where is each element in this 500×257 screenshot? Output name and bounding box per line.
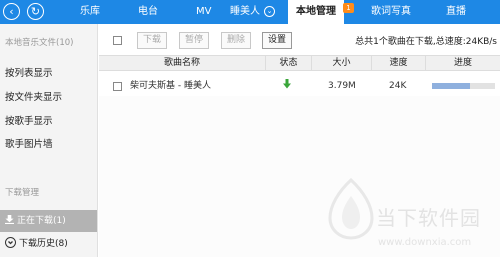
col-speed[interactable]: 速度 xyxy=(371,56,425,71)
col-size[interactable]: 大小 xyxy=(311,56,371,71)
tab-local-manage-label: 本地管理 xyxy=(296,6,336,17)
sidebar-item-history[interactable]: 下载历史(8) xyxy=(5,236,68,249)
top-nav-bar: ‹ ↻ 乐库 电台 MV 睡美人 ⌄ 本地管理 1 歌词写真 直播 xyxy=(0,0,500,24)
download-arrow-icon xyxy=(282,76,292,96)
tab-mv[interactable]: MV xyxy=(196,0,211,24)
watermark-title: 当下软件园 xyxy=(376,206,481,230)
row-progress-bar xyxy=(432,83,495,89)
select-all-checkbox[interactable] xyxy=(113,36,122,45)
watermark-url: www.downxia.com xyxy=(378,237,472,248)
refresh-icon[interactable]: ↻ xyxy=(27,3,44,20)
tab-local-manage[interactable]: 本地管理 xyxy=(288,0,344,24)
row-song-name: 柴可夫斯基 - 睡美人 xyxy=(130,81,211,91)
tab-live[interactable]: 直播 xyxy=(446,0,466,24)
col-song-name[interactable]: 歌曲名称 xyxy=(99,56,265,71)
sidebar-item-history-label: 下载历史(8) xyxy=(19,239,68,249)
sidebar-item-downloading[interactable]: 正在下载(1) xyxy=(0,210,97,232)
tab-lyrics-photo[interactable]: 歌词写真 xyxy=(371,0,411,24)
section-download-manage: 下载管理 xyxy=(5,188,40,198)
tab-music-library[interactable]: 乐库 xyxy=(80,0,100,24)
back-icon[interactable]: ‹ xyxy=(3,3,20,20)
tab-badge: 1 xyxy=(343,3,354,13)
clock-icon xyxy=(5,237,16,248)
row-speed: 24K xyxy=(389,81,407,91)
sidebar: 本地音乐文件(10) 按列表显示 按文件夹显示 按歌手显示 歌手图片墙 下载管理… xyxy=(0,24,98,257)
sidebar-item-downloading-label: 正在下载(1) xyxy=(17,216,66,226)
sidebar-item-by-folder[interactable]: 按文件夹显示 xyxy=(5,89,62,103)
sidebar-item-artist-wall[interactable]: 歌手图片墙 xyxy=(5,136,53,150)
row-checkbox[interactable] xyxy=(113,82,122,91)
row-progress-fill xyxy=(432,83,470,89)
tab-radio[interactable]: 电台 xyxy=(138,0,158,24)
delete-button[interactable]: 删除 xyxy=(221,32,252,49)
settings-button[interactable]: 设置 xyxy=(262,32,293,49)
col-progress[interactable]: 进度 xyxy=(425,56,500,71)
download-button[interactable]: 下载 xyxy=(137,32,168,49)
section-local-music: 本地音乐文件(10) xyxy=(5,38,74,48)
sidebar-item-by-list[interactable]: 按列表显示 xyxy=(5,65,53,79)
tab-now-playing[interactable]: 睡美人 xyxy=(230,0,260,24)
download-toolbar: 下载 暂停 删除 设置 总共1个歌曲在下载,总速度:24KB/s xyxy=(99,24,500,54)
row-size: 3.79M xyxy=(328,81,356,91)
table-row[interactable]: 柴可夫斯基 - 睡美人 3.79M 24K xyxy=(99,76,500,96)
watermark-logo xyxy=(328,178,374,240)
list-area xyxy=(99,96,500,257)
table-header: 歌曲名称 状态 大小 速度 进度 xyxy=(99,55,500,71)
pause-button[interactable]: 暂停 xyxy=(179,32,210,49)
chevron-down-icon[interactable]: ⌄ xyxy=(264,6,275,17)
download-icon xyxy=(5,215,14,224)
sidebar-item-by-artist[interactable]: 按歌手显示 xyxy=(5,113,53,127)
col-status[interactable]: 状态 xyxy=(265,56,311,71)
download-summary: 总共1个歌曲在下载,总速度:24KB/s xyxy=(355,37,497,47)
